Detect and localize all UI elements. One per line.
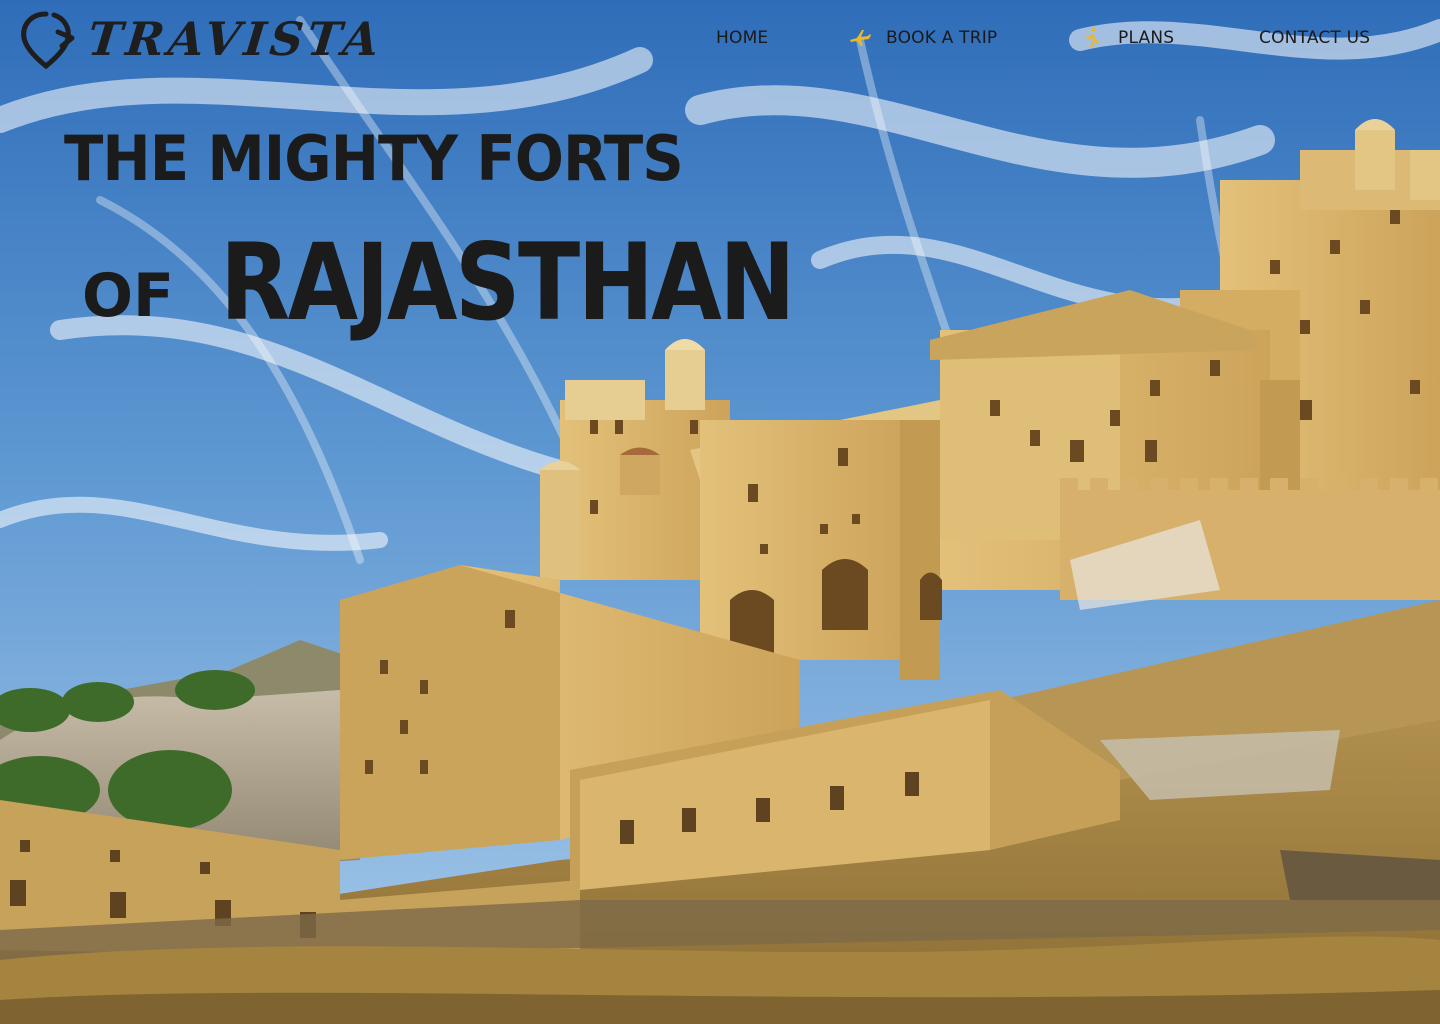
nav-plans[interactable]: PLANS: [1080, 22, 1174, 54]
airplane-icon: [850, 30, 871, 46]
nav-plans-label: PLANS: [1118, 28, 1175, 48]
nav-book-label: BOOK A TRIP: [886, 28, 998, 48]
nav-book-a-trip[interactable]: BOOK A TRIP: [848, 22, 997, 54]
nav-contact-label: CONTACT US: [1259, 28, 1371, 48]
nav-home[interactable]: HOME: [716, 22, 768, 54]
hero-title-of: OF: [82, 261, 174, 331]
hero-title-line1: THE MIGHTY FORTS: [64, 122, 684, 195]
nav-contact-us[interactable]: CONTACT US: [1259, 22, 1370, 54]
hero-title-line2: RAJASTHAN: [220, 221, 796, 344]
main-nav: HOME BOOK A TRIP PLANS CONTACT US: [700, 22, 1400, 54]
walking-person-icon: [1086, 27, 1099, 48]
brand-name: TRAVISTA: [85, 12, 386, 66]
brand-logo[interactable]: TRAVISTA: [18, 8, 386, 70]
nav-home-label: HOME: [716, 28, 769, 48]
location-pin-icon: [21, 11, 75, 70]
